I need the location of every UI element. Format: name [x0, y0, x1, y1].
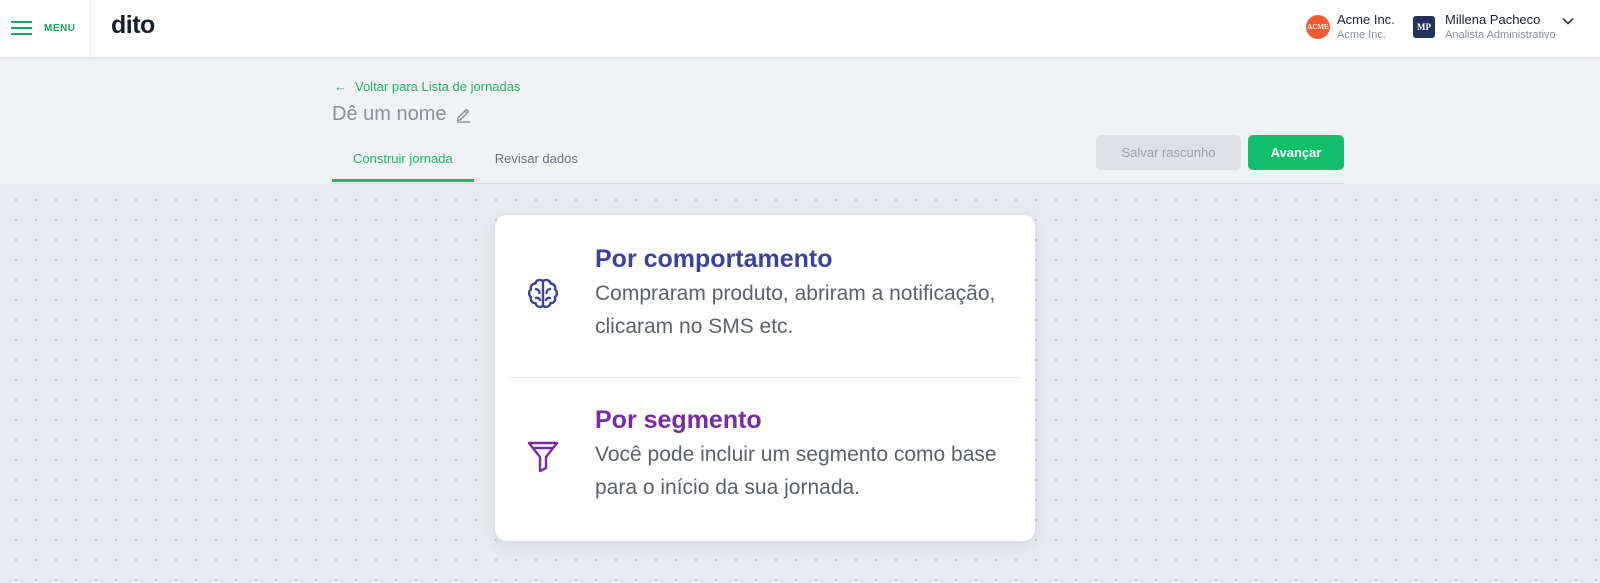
- account-switcher[interactable]: ACME Acme Inc. Acme Inc.: [1306, 12, 1395, 42]
- topbar-divider: [90, 0, 91, 57]
- segment-option-description: Você pode incluir um segmento como base …: [595, 443, 997, 499]
- dito-logo[interactable]: dito: [111, 11, 155, 40]
- pencil-edit-icon[interactable]: [455, 106, 472, 123]
- tab-revisar-dados[interactable]: Revisar dados: [474, 137, 599, 182]
- chevron-down-icon[interactable]: [1562, 17, 1574, 25]
- back-link-label: Voltar para Lista de jornadas: [355, 79, 521, 94]
- trigger-type-card: Por comportamento Compraram produto, abr…: [495, 215, 1035, 541]
- menu-button[interactable]: MENU: [11, 16, 75, 40]
- journey-name-title[interactable]: Dê um nome: [332, 103, 447, 126]
- behavior-option-title: Por comportamento: [595, 245, 833, 273]
- journey-header: ← Voltar para Lista de jornadas Dê um no…: [0, 57, 1600, 184]
- user-name: Millena Pacheco: [1445, 12, 1541, 27]
- hamburger-icon: [11, 21, 32, 35]
- acme-logo-badge: ACME: [1306, 15, 1330, 39]
- journey-canvas: Por comportamento Compraram produto, abr…: [0, 184, 1600, 583]
- menu-label: MENU: [44, 22, 76, 34]
- segment-option-title: Por segmento: [595, 406, 762, 434]
- brain-icon: [527, 278, 559, 309]
- user-role: Analista Administrativo: [1445, 29, 1556, 41]
- top-bar: MENU dito ACME Acme Inc. Acme Inc. MP Mi…: [0, 0, 1600, 57]
- account-subname: Acme Inc.: [1337, 29, 1386, 41]
- option-by-segment[interactable]: Por segmento Você pode incluir um segmen…: [495, 378, 1035, 538]
- user-avatar: MP: [1413, 16, 1435, 38]
- journey-tabs: Construir jornada Revisar dados: [332, 137, 599, 182]
- arrow-left-icon: ←: [334, 79, 347, 94]
- user-menu[interactable]: MP Millena Pacheco Analista Administrati…: [1413, 12, 1574, 42]
- option-by-behavior[interactable]: Por comportamento Compraram produto, abr…: [495, 215, 1035, 375]
- next-button[interactable]: Avançar: [1248, 135, 1344, 170]
- save-draft-button[interactable]: Salvar rascunho: [1096, 135, 1241, 170]
- tab-construir-jornada[interactable]: Construir jornada: [332, 137, 474, 182]
- funnel-icon: [527, 441, 559, 473]
- back-to-journeys-link[interactable]: ← Voltar para Lista de jornadas: [334, 79, 521, 94]
- behavior-option-description: Compraram produto, abriram a notificação…: [595, 282, 996, 338]
- account-name: Acme Inc.: [1337, 12, 1395, 27]
